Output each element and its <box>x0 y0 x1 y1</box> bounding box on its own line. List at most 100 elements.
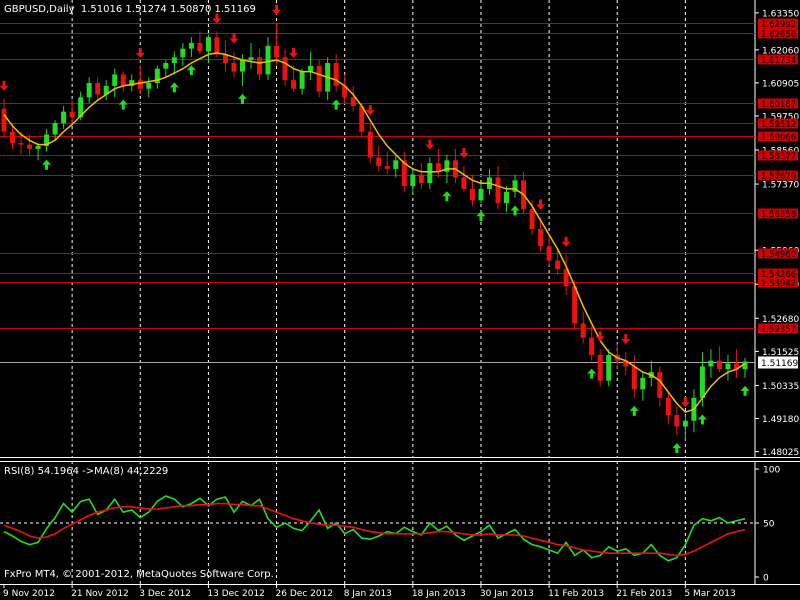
symbol-period: GBPUSD,Daily <box>4 4 75 15</box>
candle-bull <box>393 160 399 169</box>
candle-bear <box>69 111 75 118</box>
candle-bear <box>350 97 356 106</box>
level-label-text: 1.62656 <box>761 30 796 40</box>
level-label-text: 1.58377 <box>761 152 796 162</box>
price-tick-label: 1.52680 <box>762 315 799 325</box>
candle-bear <box>418 174 424 184</box>
chart-header: GBPUSD,Daily 1.51016 1.51274 1.50870 1.5… <box>4 4 256 15</box>
price-tick-label: 1.49180 <box>762 415 799 425</box>
price-axis: 1.633501.620601.609051.597501.585601.573… <box>755 9 799 458</box>
candle-bear <box>282 57 288 81</box>
candle-bear <box>197 42 203 52</box>
candle-bull <box>725 363 731 370</box>
rsi-axis: 100 50 0 <box>755 466 780 584</box>
candle-bear <box>231 62 237 72</box>
time-tick-label: 13 Dec 2012 <box>207 589 265 599</box>
candle-bear <box>137 80 143 89</box>
level-label-text: 1.57670 <box>761 172 796 182</box>
current-price-label: 1.51169 <box>761 359 798 369</box>
level-label-text: 1.56358 <box>761 210 796 220</box>
trading-terminal: 1.633501.620601.609051.597501.585601.573… <box>0 0 800 600</box>
candle-bull <box>188 42 194 49</box>
candle-bull <box>86 83 92 98</box>
candle-bull <box>699 366 705 398</box>
time-axis: 9 Nov 2012 21 Nov 2012 3 Dec 2012 13 Dec 20… <box>0 585 800 600</box>
candle-bull <box>239 60 245 72</box>
rsi-header: RSI(8) 54.1964 ->MA(8) 44.2229 <box>4 466 168 477</box>
time-tick-label: 26 Dec 2012 <box>276 589 334 599</box>
candle-bull <box>427 163 433 184</box>
candle-bear <box>1 108 7 132</box>
candle-bear <box>631 366 637 390</box>
candle-bear <box>469 188 475 201</box>
candle-bear <box>333 62 339 86</box>
candle-bull <box>606 354 612 381</box>
candle-bear <box>495 177 501 204</box>
level-label-text: 1.61734 <box>761 56 796 66</box>
candle-bull <box>708 360 714 367</box>
candle-bear <box>529 208 535 229</box>
rsi-ma-label: ->MA(8) 44.2229 <box>82 466 169 477</box>
candle-bull <box>163 62 169 69</box>
level-label-text: 1.52357 <box>761 325 796 335</box>
candle-bear <box>546 246 552 261</box>
candle-bear <box>10 131 16 144</box>
candle-bear <box>384 166 390 169</box>
candle-bear <box>120 74 126 86</box>
candle-bull <box>171 57 177 63</box>
candle-bear <box>580 323 586 338</box>
level-labels: 1.629921.626561.617341.601871.595121.590… <box>758 18 798 335</box>
copyright-footer: FxPro MT4, © 2001-2012, MetaQuotes Softw… <box>4 569 274 580</box>
candle-bull <box>248 57 254 61</box>
candle-bull <box>205 37 211 52</box>
candle-bull <box>410 174 416 187</box>
candle-bear <box>376 157 382 167</box>
candle-bear <box>274 45 280 58</box>
candle-bear <box>27 144 33 149</box>
candle-bear <box>461 177 467 189</box>
rsi-tick-label: 0 <box>763 574 769 584</box>
price-tick-label: 1.57370 <box>762 181 799 191</box>
candle-bear <box>555 260 561 270</box>
price-tick-label: 1.60905 <box>762 79 799 89</box>
price-tick-label: 1.51525 <box>762 348 799 358</box>
time-tick-label: 11 Feb 2013 <box>548 589 604 599</box>
candle-bull <box>478 188 484 201</box>
candle-bear <box>291 80 297 89</box>
time-tick-label: 30 Jan 2013 <box>480 589 534 599</box>
ohlc-high: 1.51274 <box>125 4 167 15</box>
candle-bear <box>674 415 680 427</box>
candle-bear <box>95 83 101 95</box>
price-tick-label: 1.50335 <box>762 382 799 392</box>
candle-bull <box>112 74 118 86</box>
price-tick-label: 1.63350 <box>762 9 799 19</box>
time-tick-label: 21 Feb 2013 <box>616 589 672 599</box>
candle-bear <box>657 372 663 398</box>
time-tick-label: 18 Jan 2013 <box>412 589 466 599</box>
candle-bear <box>538 229 544 247</box>
candle-bull <box>265 45 271 75</box>
candle-bear <box>589 337 595 355</box>
time-tick-label: 9 Nov 2012 <box>3 589 55 599</box>
rsi-chart[interactable]: 100 50 0 <box>0 461 800 585</box>
time-tick-label: 8 Jan 2013 <box>344 589 392 599</box>
candle-bull <box>299 71 305 89</box>
candle-bull <box>61 111 67 124</box>
rsi-tick-label: 50 <box>763 520 775 530</box>
candle-bull <box>52 123 58 135</box>
price-chart[interactable]: 1.633501.620601.609051.597501.585601.573… <box>0 0 800 458</box>
candle-bear <box>316 65 322 92</box>
level-label-text: 1.59066 <box>761 133 796 143</box>
candle-bull <box>180 48 186 58</box>
candle-bear <box>214 37 220 55</box>
candle-bear <box>367 131 373 158</box>
candle-bull <box>504 191 510 204</box>
candle-bear <box>665 397 671 416</box>
ohlc-low: 1.50870 <box>169 4 212 15</box>
candle-bear <box>18 143 24 145</box>
candle-bear <box>597 354 603 381</box>
level-label-text: 1.54960 <box>761 250 796 260</box>
candle-bull <box>682 420 688 427</box>
candle-bear <box>257 57 263 75</box>
candle-bear <box>716 360 722 370</box>
